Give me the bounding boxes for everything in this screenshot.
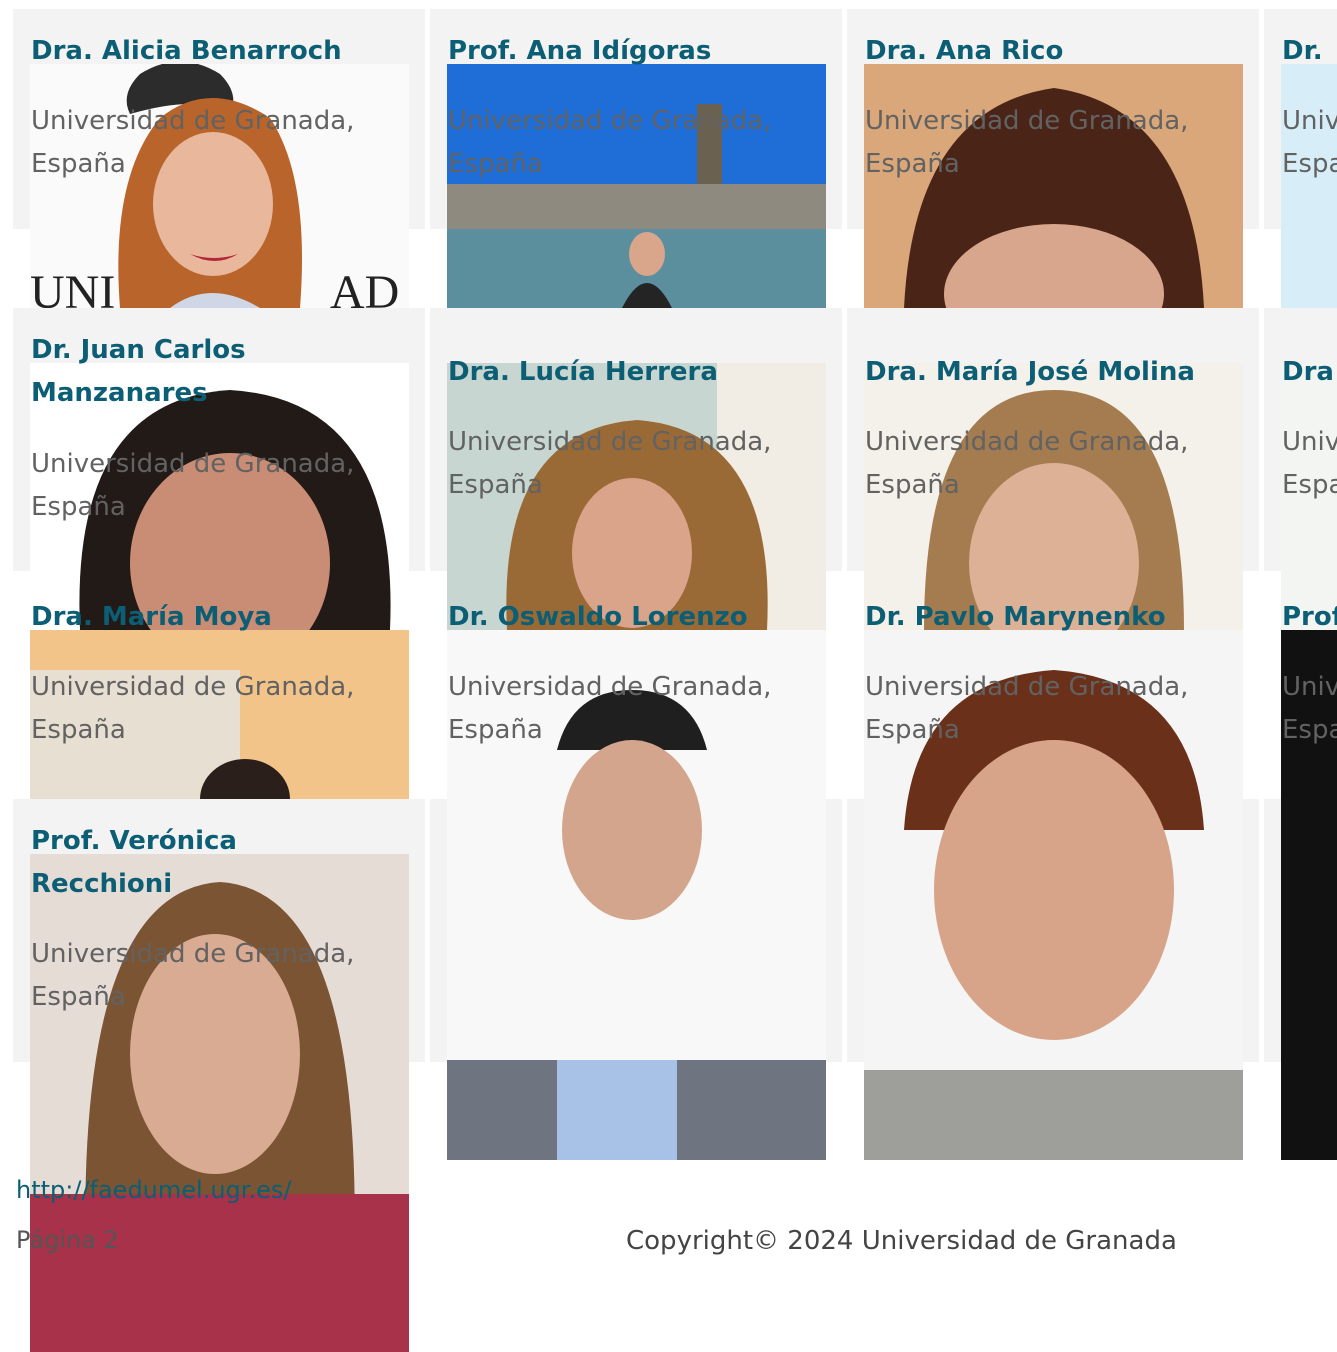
person-name[interactable]: Dr. Pavlo Marynenko bbox=[865, 596, 1166, 639]
person-name[interactable]: Dra. María José Molina bbox=[865, 351, 1195, 394]
person-name[interactable]: Dr. bbox=[1282, 30, 1323, 73]
svg-text:UNI: UNI bbox=[30, 266, 115, 308]
person-affiliation: Universidad de Granada, España bbox=[31, 449, 355, 522]
person-affiliation: Univ Espa bbox=[1282, 672, 1337, 745]
person-name[interactable]: Prof. Verónica Recchioni bbox=[31, 820, 371, 906]
person-name[interactable]: Dra. Alicia Benarroch bbox=[31, 30, 342, 73]
person-affiliation: Univ Espa bbox=[1282, 427, 1337, 500]
portrait-photo bbox=[30, 854, 409, 1352]
person-affiliation: Universidad de Granada, España bbox=[31, 939, 355, 1012]
person-name[interactable]: Dr. Juan Carlos Manzanares bbox=[31, 329, 371, 415]
person-affiliation: Universidad de Granada, España bbox=[448, 106, 772, 179]
person-affiliation: Universidad de Granada, España bbox=[448, 427, 772, 500]
person-affiliation: Universidad de Granada, España bbox=[31, 672, 355, 745]
copyright-text: Copyright© 2024 Universidad de Granada bbox=[626, 1226, 1177, 1256]
person-name[interactable]: Dra. María Moya bbox=[31, 596, 272, 639]
person-name[interactable]: Dra bbox=[1282, 351, 1334, 394]
page-number: Página 2 bbox=[16, 1226, 119, 1254]
svg-text:AD: AD bbox=[330, 266, 399, 308]
person-affiliation: Universidad de Granada, España bbox=[865, 106, 1189, 179]
person-name[interactable]: Prof bbox=[1282, 596, 1337, 639]
person-affiliation: Universidad de Granada, España bbox=[31, 106, 355, 179]
person-affiliation: Univ Espa bbox=[1282, 106, 1337, 179]
person-name[interactable]: Dra. Lucía Herrera bbox=[448, 351, 718, 394]
person-affiliation: Universidad de Granada, España bbox=[448, 672, 772, 745]
footer-site-link[interactable]: http://faedumel.ugr.es/ bbox=[16, 1176, 291, 1204]
person-name[interactable]: Dr. Oswaldo Lorenzo bbox=[448, 596, 748, 639]
person-name[interactable]: Prof. Ana Idígoras bbox=[448, 30, 711, 73]
person-affiliation: Universidad de Granada, España bbox=[865, 672, 1189, 745]
person-affiliation: Universidad de Granada, España bbox=[865, 427, 1189, 500]
person-name[interactable]: Dra. Ana Rico bbox=[865, 30, 1063, 73]
